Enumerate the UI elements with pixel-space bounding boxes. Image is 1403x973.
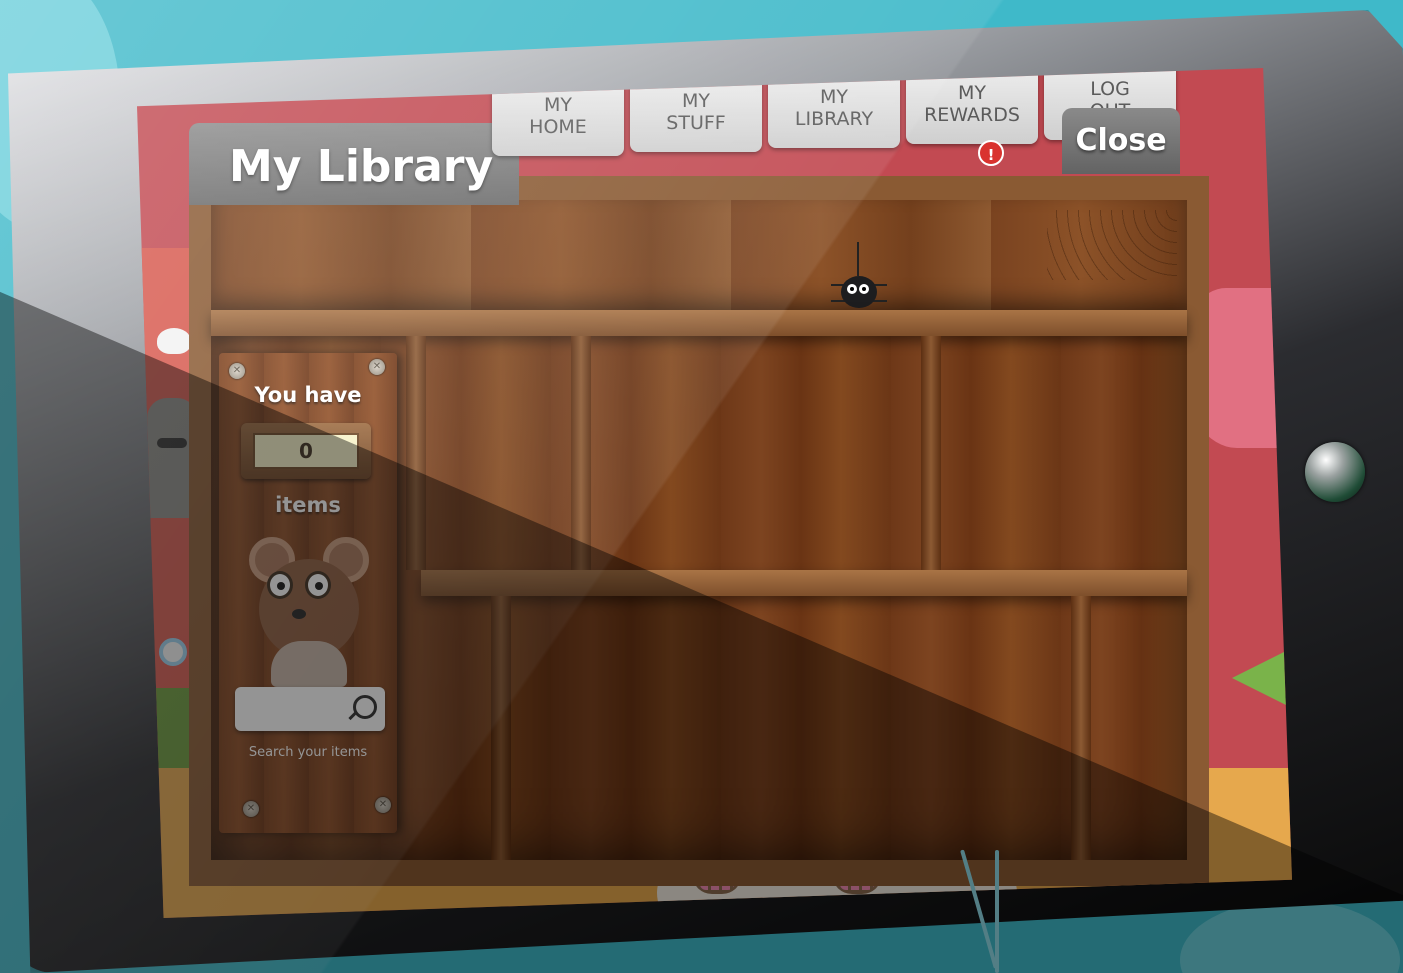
shelf-top-compartment	[211, 200, 1187, 310]
shelf-divider	[1071, 596, 1091, 860]
leaf-decoration	[1232, 648, 1292, 708]
tablet-home-button[interactable]	[1305, 442, 1365, 502]
tab-label: MY	[544, 94, 572, 116]
item-count: 0	[253, 433, 359, 469]
tab-label: HOME	[529, 116, 587, 138]
tab-label: REWARDS	[924, 104, 1020, 126]
tab-label: MY	[820, 86, 848, 108]
inventory-panel: You have 0 items Search your items	[219, 353, 397, 833]
you-have-label: You have	[254, 383, 362, 407]
cable-decoration	[995, 850, 999, 973]
screw-icon	[369, 359, 385, 375]
alert-icon[interactable]: !	[978, 140, 1004, 166]
screw-icon	[375, 797, 391, 813]
search-icon[interactable]	[353, 695, 377, 719]
item-count-plate: 0	[241, 423, 371, 479]
items-label: items	[275, 493, 341, 517]
tab-label: MY	[958, 82, 986, 104]
app-screen: You have 0 items Search your items My Li…	[137, 68, 1292, 918]
screw-icon	[229, 363, 245, 379]
bird-decoration	[157, 328, 191, 354]
shelf-divider	[921, 336, 941, 570]
search-caption: Search your items	[248, 745, 368, 760]
screw-icon	[243, 801, 259, 817]
flower-decoration	[159, 638, 187, 666]
tab-label: LOG	[1090, 78, 1130, 100]
shelf-divider	[571, 336, 591, 570]
shelf-board	[211, 310, 1187, 336]
mouse-mascot	[249, 537, 369, 687]
search-input[interactable]	[235, 687, 385, 731]
tab-label: MY	[682, 90, 710, 112]
spider-icon	[831, 242, 887, 312]
shelf-divider	[491, 596, 511, 860]
tab-label: LIBRARY	[794, 108, 874, 130]
cobweb-decoration	[1047, 210, 1177, 280]
shelf-divider	[406, 336, 426, 570]
close-button[interactable]: Close	[1062, 108, 1180, 174]
page-title: My Library	[189, 123, 519, 205]
tab-label: STUFF	[666, 112, 726, 134]
shelf-board	[421, 570, 1187, 596]
